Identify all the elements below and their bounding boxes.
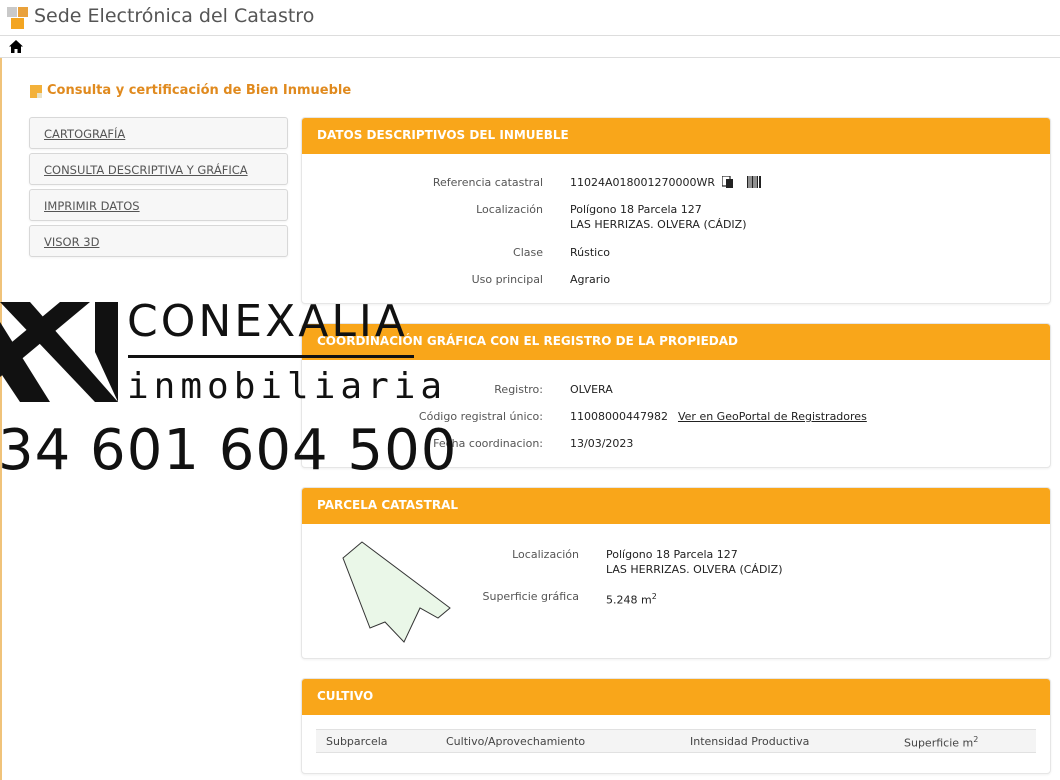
clase-label: Clase xyxy=(513,246,543,259)
localizacion-line1: Polígono 18 Parcela 127 xyxy=(570,203,702,216)
superficie-unit-exponent: 2 xyxy=(651,592,657,601)
menu-item-visor-3d[interactable]: VISOR 3D xyxy=(29,225,288,257)
menu-item-cartografia[interactable]: CARTOGRAFÍA xyxy=(29,117,288,149)
watermark-brand: CONEXALIA xyxy=(127,296,408,347)
superficie-grafica-value: 5.248 m xyxy=(606,593,652,607)
cultivo-header: CULTIVO xyxy=(302,679,1050,715)
top-bar: Sede Electrónica del Catastro xyxy=(0,0,1060,36)
watermark-phone: 34 601 604 500 xyxy=(0,418,458,483)
fecha-coordinacion-value: 13/03/2023 xyxy=(570,437,634,450)
home-icon[interactable] xyxy=(9,40,23,53)
parcela-localizacion-line1: Polígono 18 Parcela 127 xyxy=(606,548,738,561)
codigo-registral-row: 11008000447982 Ver en GeoPortal de Regist… xyxy=(570,409,867,424)
parcela-catastral-header: PARCELA CATASTRAL xyxy=(302,488,1050,524)
ref-catastral-value-row: 11024A018001270000WR xyxy=(570,175,762,190)
localizacion-label: Localización xyxy=(476,203,543,216)
codigo-registral-value: 11008000447982 xyxy=(570,410,668,423)
uso-principal-value: Agrario xyxy=(570,273,611,286)
col-superficie-exponent: 2 xyxy=(973,735,979,744)
col-superficie: Superficie m2 xyxy=(904,735,978,750)
ref-catastral-value: 11024A018001270000WR xyxy=(570,176,716,189)
datos-descriptivos-header: DATOS DESCRIPTIVOS DEL INMUEBLE xyxy=(302,118,1050,154)
watermark-divider xyxy=(128,355,414,358)
parcela-localizacion-label: Localización xyxy=(512,548,579,561)
localizacion-line2: LAS HERRIZAS. OLVERA (CÁDIZ) xyxy=(570,218,747,231)
coordinacion-header: COORDINACIÓN GRÁFICA CON EL REGISTRO DE … xyxy=(302,324,1050,360)
datos-descriptivos-panel: DATOS DESCRIPTIVOS DEL INMUEBLE Referenc… xyxy=(301,117,1051,304)
catastro-logo-icon xyxy=(7,7,29,29)
copy-icon[interactable] xyxy=(721,176,734,188)
superficie-grafica-label: Superficie gráfica xyxy=(482,590,580,603)
registro-label: Registro: xyxy=(494,383,543,396)
menu-item-imprimir-datos[interactable]: IMPRIMIR DATOS xyxy=(29,189,288,221)
site-title: Sede Electrónica del Catastro xyxy=(34,5,315,27)
ref-catastral-label: Referencia catastral xyxy=(432,176,543,189)
watermark-subtitle: inmobiliaria xyxy=(127,366,448,407)
barcode-icon[interactable] xyxy=(747,176,762,188)
col-subparcela: Subparcela xyxy=(326,735,388,748)
cultivo-table-header: Subparcela Cultivo/Aprovechamiento Inten… xyxy=(316,729,1036,753)
cultivo-panel: CULTIVO Subparcela Cultivo/Aprovechamien… xyxy=(301,678,1051,774)
col-cultivo: Cultivo/Aprovechamiento xyxy=(446,735,586,748)
superficie-grafica-row: 5.248 m2 xyxy=(606,589,657,608)
side-menu: CARTOGRAFÍA CONSULTA DESCRIPTIVA Y GRÁFI… xyxy=(29,117,288,261)
parcela-catastral-panel: PARCELA CATASTRAL Localización Polígono … xyxy=(301,487,1051,659)
clase-value: Rústico xyxy=(570,246,610,259)
menu-item-consulta-descriptiva[interactable]: CONSULTA DESCRIPTIVA Y GRÁFICA xyxy=(29,153,288,185)
nav-bar xyxy=(0,36,1060,58)
registro-value: OLVERA xyxy=(570,383,613,396)
parcela-localizacion-line2: LAS HERRIZAS. OLVERA (CÁDIZ) xyxy=(606,563,783,576)
parcel-shape-image[interactable] xyxy=(340,538,455,643)
col-intensidad: Intensidad Productiva xyxy=(690,735,810,748)
col-superficie-label: Superficie m xyxy=(904,736,974,750)
document-icon xyxy=(30,85,42,98)
geoportal-link[interactable]: Ver en GeoPortal de Registradores xyxy=(678,410,867,423)
uso-principal-label: Uso principal xyxy=(471,273,543,286)
page-title: Consulta y certificación de Bien Inmuebl… xyxy=(47,83,352,98)
